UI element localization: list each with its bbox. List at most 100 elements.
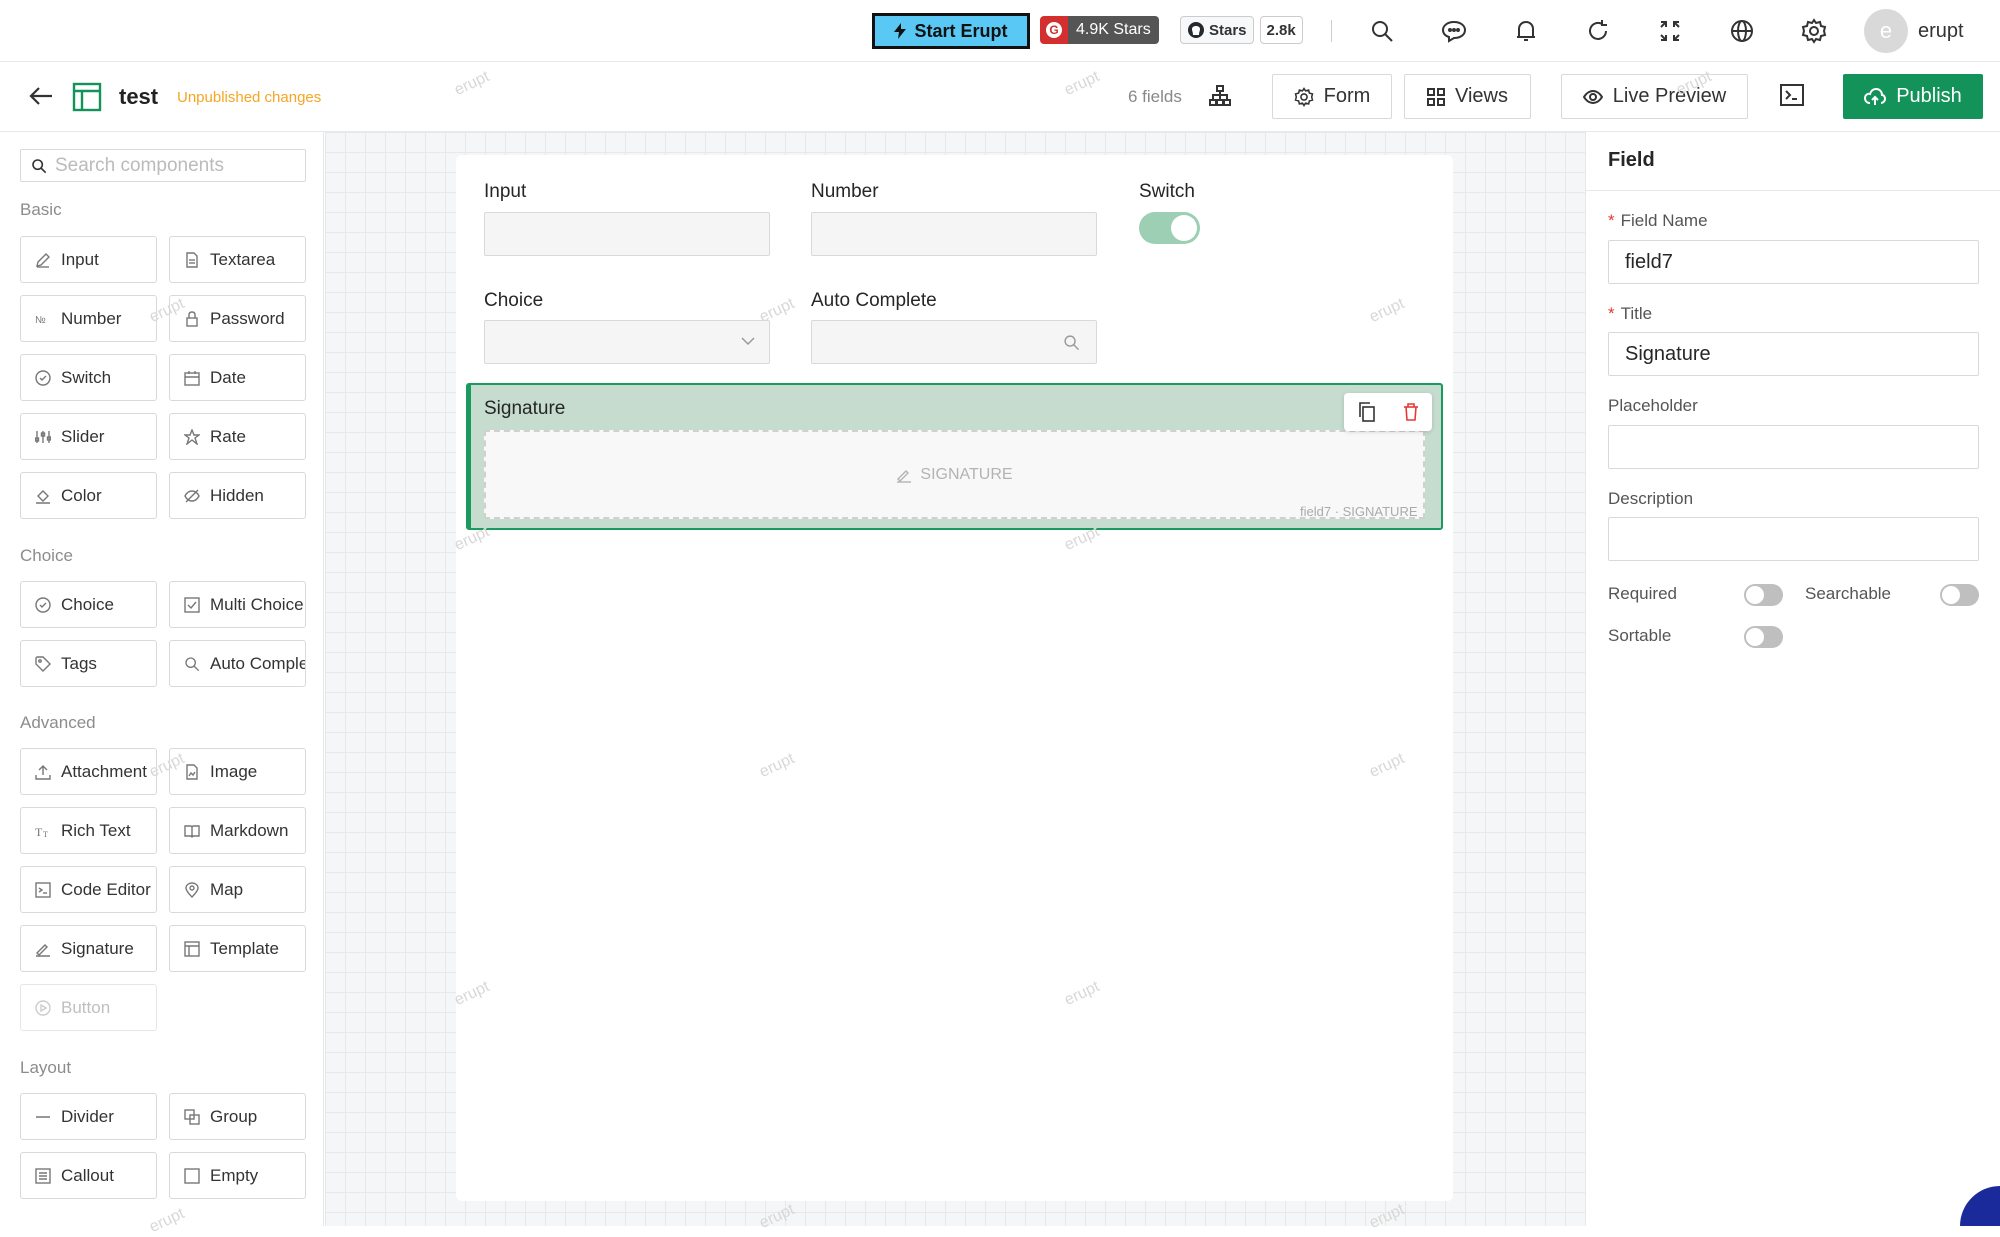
component-multi-choice[interactable]: Multi Choice xyxy=(169,581,306,628)
sortable-toggle[interactable] xyxy=(1744,626,1783,648)
lightning-icon xyxy=(894,23,906,39)
publish-button[interactable]: Publish xyxy=(1843,74,1983,119)
search-icon xyxy=(184,656,200,672)
stars-badge[interactable]: G 4.9K Stars xyxy=(1040,16,1159,44)
component-rich-text[interactable]: TT Rich Text xyxy=(20,807,157,854)
field-switch-preview[interactable] xyxy=(1139,212,1200,244)
field-input-preview[interactable] xyxy=(484,212,770,256)
username[interactable]: erupt xyxy=(1918,20,1964,43)
field-choice-preview[interactable] xyxy=(484,320,770,364)
checkbox-icon xyxy=(184,597,200,613)
component-auto-complete[interactable]: Auto Complete xyxy=(169,640,306,687)
live-preview-button[interactable]: Live Preview xyxy=(1561,74,1748,119)
component-rate[interactable]: Rate xyxy=(169,413,306,460)
component-callout[interactable]: Callout xyxy=(20,1152,157,1199)
section-layout: Layout xyxy=(20,1058,71,1078)
placeholder-input[interactable] xyxy=(1608,425,1979,469)
component-date[interactable]: Date xyxy=(169,354,306,401)
globe-icon[interactable] xyxy=(1726,15,1758,47)
field-inspector: Field *Field Name field7 *Title Signatur… xyxy=(1585,132,2000,1226)
trash-icon[interactable] xyxy=(1403,403,1419,421)
section-choice: Choice xyxy=(20,546,73,566)
component-signature[interactable]: Signature xyxy=(20,925,157,972)
search-components-input[interactable]: Search components xyxy=(20,149,306,182)
chat-icon[interactable] xyxy=(1438,15,1470,47)
field-label-signature: Signature xyxy=(484,398,565,420)
fullscreen-icon[interactable] xyxy=(1654,15,1686,47)
field-name-input[interactable]: field7 xyxy=(1608,240,1979,284)
map-pin-icon xyxy=(184,882,200,898)
signature-pen-icon xyxy=(35,941,51,957)
search-icon[interactable] xyxy=(1366,15,1398,47)
minus-icon xyxy=(35,1109,51,1125)
github-stars[interactable]: Stars 2.8k xyxy=(1180,16,1303,44)
component-attachment[interactable]: Attachment xyxy=(20,748,157,795)
bell-icon[interactable] xyxy=(1510,15,1542,47)
back-arrow-icon[interactable] xyxy=(28,84,54,108)
views-button-label: Views xyxy=(1455,85,1508,108)
form-card xyxy=(456,155,1453,1201)
title-input[interactable]: Signature xyxy=(1608,332,1979,376)
component-color[interactable]: Color xyxy=(20,472,157,519)
component-input[interactable]: Input xyxy=(20,236,157,283)
required-toggle[interactable] xyxy=(1744,584,1783,606)
component-tags[interactable]: Tags xyxy=(20,640,157,687)
title-label: *Title xyxy=(1608,304,1652,324)
component-button[interactable]: Button xyxy=(20,984,157,1031)
signature-placeholder: SIGNATURE xyxy=(920,466,1012,484)
start-erupt-label: Start Erupt xyxy=(914,21,1007,42)
upload-icon xyxy=(35,764,51,780)
search-icon xyxy=(31,158,47,174)
component-code-editor[interactable]: Code Editor xyxy=(20,866,157,913)
signature-caption: field7 · SIGNATURE xyxy=(1300,504,1418,519)
component-markdown[interactable]: Markdown xyxy=(169,807,306,854)
views-button[interactable]: Views xyxy=(1404,74,1531,119)
section-advanced: Advanced xyxy=(20,713,96,733)
component-empty[interactable]: Empty xyxy=(169,1152,306,1199)
tag-icon xyxy=(35,656,51,672)
component-map[interactable]: Map xyxy=(169,866,306,913)
searchable-toggle[interactable] xyxy=(1940,584,1979,606)
sliders-icon xyxy=(35,429,51,445)
component-switch[interactable]: Switch xyxy=(20,354,157,401)
gear-icon xyxy=(1294,87,1314,107)
field-toolbar xyxy=(1344,393,1432,431)
component-group[interactable]: Group xyxy=(169,1093,306,1140)
unpublished-status: Unpublished changes xyxy=(177,89,321,106)
description-label: Description xyxy=(1608,489,1693,509)
github-icon xyxy=(1187,21,1205,39)
start-erupt-button[interactable]: Start Erupt xyxy=(872,13,1030,49)
form-settings-button[interactable]: Form xyxy=(1272,74,1392,119)
sitemap-icon[interactable] xyxy=(1208,84,1232,108)
field-auto-complete-preview[interactable] xyxy=(811,320,1097,364)
star-icon xyxy=(184,429,200,445)
component-choice[interactable]: Choice xyxy=(20,581,157,628)
form-button-label: Form xyxy=(1324,85,1371,108)
avatar[interactable]: e xyxy=(1864,9,1908,53)
component-hidden[interactable]: Hidden xyxy=(169,472,306,519)
component-slider[interactable]: Slider xyxy=(20,413,157,460)
field-label-input: Input xyxy=(484,181,526,203)
publish-label: Publish xyxy=(1896,85,1962,108)
component-password[interactable]: Password xyxy=(169,295,306,342)
component-divider[interactable]: Divider xyxy=(20,1093,157,1140)
topbar-divider xyxy=(1331,20,1332,42)
signature-pen-icon xyxy=(896,467,912,483)
description-input[interactable] xyxy=(1608,517,1979,561)
searchable-label: Searchable xyxy=(1805,584,1891,604)
signature-pad[interactable]: SIGNATURE xyxy=(484,430,1425,519)
component-textarea[interactable]: Textarea xyxy=(169,236,306,283)
terminal-icon[interactable] xyxy=(1780,84,1804,106)
component-number[interactable]: № Number xyxy=(20,295,157,342)
top-bar: Start Erupt G 4.9K Stars Stars 2.8k e er… xyxy=(0,0,2000,62)
gear-icon[interactable] xyxy=(1798,15,1830,47)
cloud-upload-icon xyxy=(1864,88,1886,106)
field-number-preview[interactable] xyxy=(811,212,1097,256)
sortable-label: Sortable xyxy=(1608,626,1671,646)
font-size-icon: TT xyxy=(35,823,51,839)
refresh-icon[interactable] xyxy=(1582,15,1614,47)
copy-icon[interactable] xyxy=(1358,402,1376,422)
component-template[interactable]: Template xyxy=(169,925,306,972)
component-image[interactable]: Image xyxy=(169,748,306,795)
inspector-divider xyxy=(1586,190,2000,191)
